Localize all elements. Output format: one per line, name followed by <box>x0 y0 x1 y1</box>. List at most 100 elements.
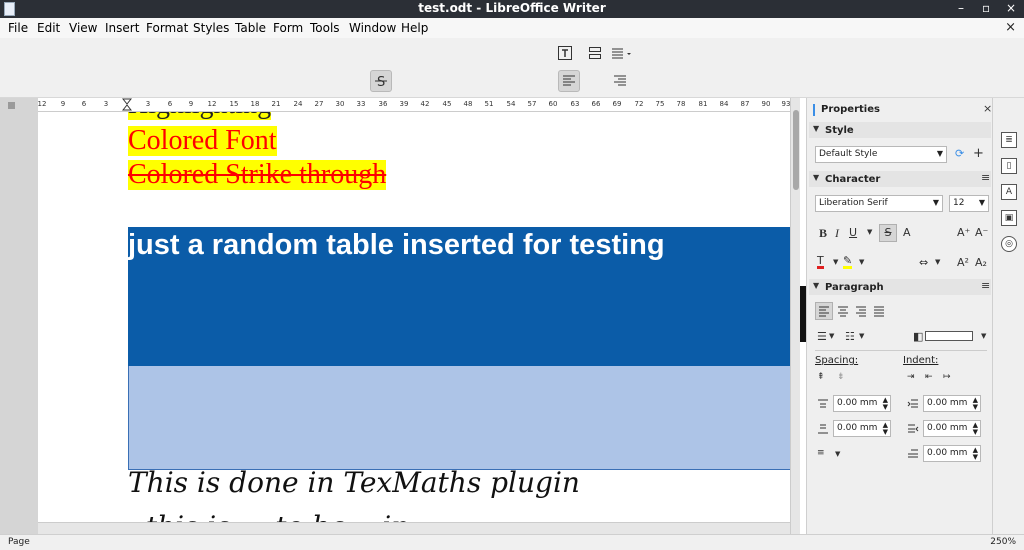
bold-icon[interactable]: B <box>819 226 827 241</box>
menu-table[interactable]: Table <box>235 21 266 35</box>
horizontal-scrollbar[interactable] <box>38 522 790 534</box>
maximize-button[interactable]: ▫ <box>982 1 990 15</box>
align-right-icon[interactable] <box>609 70 631 92</box>
collapse-character-icon[interactable]: ▼ <box>813 173 819 182</box>
more-options-icon[interactable]: ≡ <box>981 171 990 184</box>
align-left-button[interactable] <box>815 302 833 320</box>
close-document-button[interactable]: × <box>1005 20 1016 35</box>
chevron-down-icon[interactable]: ▼ <box>935 258 940 266</box>
table-body-row[interactable] <box>128 366 790 470</box>
insert-text-box-icon[interactable] <box>554 42 576 64</box>
menu-format[interactable]: Format <box>146 21 188 35</box>
update-style-icon[interactable]: ⟳ <box>955 147 964 160</box>
subscript-icon[interactable]: A₂ <box>975 256 987 269</box>
list-options-icon[interactable] <box>610 42 632 64</box>
chevron-down-icon[interactable]: ▼ <box>835 450 840 458</box>
scroll-thumb[interactable] <box>793 110 799 190</box>
font-color-icon[interactable]: T <box>817 255 824 269</box>
align-center-icon[interactable] <box>835 303 851 319</box>
strikethrough-icon[interactable]: S <box>879 224 897 242</box>
paragraph-style-select[interactable]: Default Style ▼ <box>815 146 947 163</box>
shadow-icon[interactable]: A <box>903 226 911 239</box>
frame-icon[interactable] <box>584 42 606 64</box>
italic-icon[interactable]: I <box>835 226 839 241</box>
close-window-button[interactable]: × <box>1006 1 1016 15</box>
superscript-icon[interactable]: A² <box>957 256 969 269</box>
document-page[interactable]: Highlighting Colored Font Colored Strike… <box>38 112 790 522</box>
navigator-tab-icon[interactable]: ◎ <box>1001 236 1017 252</box>
spin-buttons[interactable]: ▲ ▼ <box>883 422 888 436</box>
chevron-down-icon[interactable]: ▼ <box>859 332 864 340</box>
ruler-tick: 48 <box>463 100 473 108</box>
more-options-icon[interactable]: ≡ <box>981 279 990 292</box>
horizontal-ruler[interactable]: 12 9 6 3 3 6 9 12 15 18 21 24 27 30 33 3… <box>38 98 800 112</box>
above-spacing-field[interactable]: 0.00 mm ▲ ▼ <box>833 395 891 412</box>
grow-font-icon[interactable]: A⁺ <box>957 226 970 239</box>
menu-window[interactable]: Window <box>349 21 396 35</box>
chevron-down-icon: ▼ <box>978 198 985 207</box>
below-spacing-field[interactable]: 0.00 mm ▲ ▼ <box>833 420 891 437</box>
align-right-icon[interactable] <box>853 303 869 319</box>
bullet-list-icon[interactable]: ☰ <box>817 330 827 343</box>
zoom-level[interactable]: 250% <box>990 537 1016 547</box>
character-spacing-icon[interactable]: ⇔ <box>919 256 928 269</box>
decrease-spacing-icon[interactable]: ⇟ <box>837 372 845 382</box>
hanging-indent-icon[interactable]: ↦ <box>943 372 951 382</box>
menu-styles[interactable]: Styles <box>193 21 229 35</box>
page-tab-icon[interactable]: ▯ <box>1001 158 1017 174</box>
font-size-select[interactable]: 12 ▼ <box>949 195 989 212</box>
properties-tab-icon[interactable]: ≣ <box>1001 132 1017 148</box>
font-name-select[interactable]: Liberation Serif ▼ <box>815 195 943 212</box>
background-color-swatch[interactable] <box>925 331 973 341</box>
chevron-down-icon[interactable]: ▼ <box>981 332 986 340</box>
collapse-paragraph-icon[interactable]: ▼ <box>813 281 819 290</box>
spin-buttons[interactable]: ▲ ▼ <box>973 397 978 411</box>
ruler-tick: 27 <box>314 100 324 108</box>
new-style-icon[interactable]: + <box>973 146 984 161</box>
spin-buttons[interactable]: ▲ ▼ <box>883 397 888 411</box>
menu-insert[interactable]: Insert <box>105 21 139 35</box>
indent-marker-icon[interactable] <box>122 98 132 111</box>
increase-spacing-icon[interactable]: ⇞ <box>817 372 825 382</box>
numbered-list-icon[interactable]: ☷ <box>845 330 855 343</box>
vertical-scrollbar[interactable] <box>790 98 800 534</box>
chevron-down-icon[interactable]: ▼ <box>867 228 872 236</box>
underline-icon[interactable]: U <box>849 226 857 239</box>
ruler-tick: 21 <box>271 100 281 108</box>
collapse-style-icon[interactable]: ▼ <box>813 124 819 133</box>
paragraph-background-icon[interactable]: ◧ <box>913 330 923 343</box>
minimize-button[interactable]: – <box>958 1 964 15</box>
chevron-down-icon[interactable]: ▼ <box>859 258 864 266</box>
indent-label: Indent: <box>903 355 939 366</box>
window-title: test.odt - LibreOffice Writer <box>418 1 606 15</box>
increase-indent-icon[interactable]: ⇥ <box>907 372 915 382</box>
menu-file[interactable]: File <box>8 21 28 35</box>
menu-help[interactable]: Help <box>401 21 428 35</box>
menu-form[interactable]: Form <box>273 21 303 35</box>
menu-view[interactable]: View <box>69 21 97 35</box>
spin-buttons[interactable]: ▲ ▼ <box>973 422 978 436</box>
chevron-down-icon[interactable]: ▼ <box>829 332 834 340</box>
style-header: Style <box>825 125 854 136</box>
shrink-font-icon[interactable]: A⁻ <box>975 226 988 239</box>
decrease-indent-icon[interactable]: ⇤ <box>925 372 933 382</box>
line-spacing-icon[interactable]: ≡ <box>817 448 825 458</box>
sidebar-close-icon[interactable]: × <box>983 102 992 115</box>
justify-icon[interactable] <box>871 303 887 319</box>
menu-tools[interactable]: Tools <box>310 21 340 35</box>
menu-edit[interactable]: Edit <box>37 21 60 35</box>
svg-text:S: S <box>377 75 385 89</box>
table-header-row[interactable]: just a random table inserted for testing <box>128 227 790 366</box>
ruler-tick: 75 <box>655 100 665 108</box>
gallery-tab-icon[interactable]: ▣ <box>1001 210 1017 226</box>
chevron-down-icon[interactable]: ▼ <box>833 258 838 266</box>
menu-bar: File Edit View Insert Format Styles Tabl… <box>0 18 1024 38</box>
highlight-color-icon[interactable]: ✎ <box>843 255 853 269</box>
strikethrough-icon[interactable]: S <box>370 70 392 92</box>
after-indent-field[interactable]: 0.00 mm ▲ ▼ <box>923 420 981 437</box>
spin-buttons[interactable]: ▲ ▼ <box>973 447 978 461</box>
before-indent-field[interactable]: 0.00 mm ▲ ▼ <box>923 395 981 412</box>
styles-tab-icon[interactable]: A <box>1001 184 1017 200</box>
first-line-indent-field[interactable]: 0.00 mm ▲ ▼ <box>923 445 981 462</box>
align-left-icon[interactable] <box>558 70 580 92</box>
